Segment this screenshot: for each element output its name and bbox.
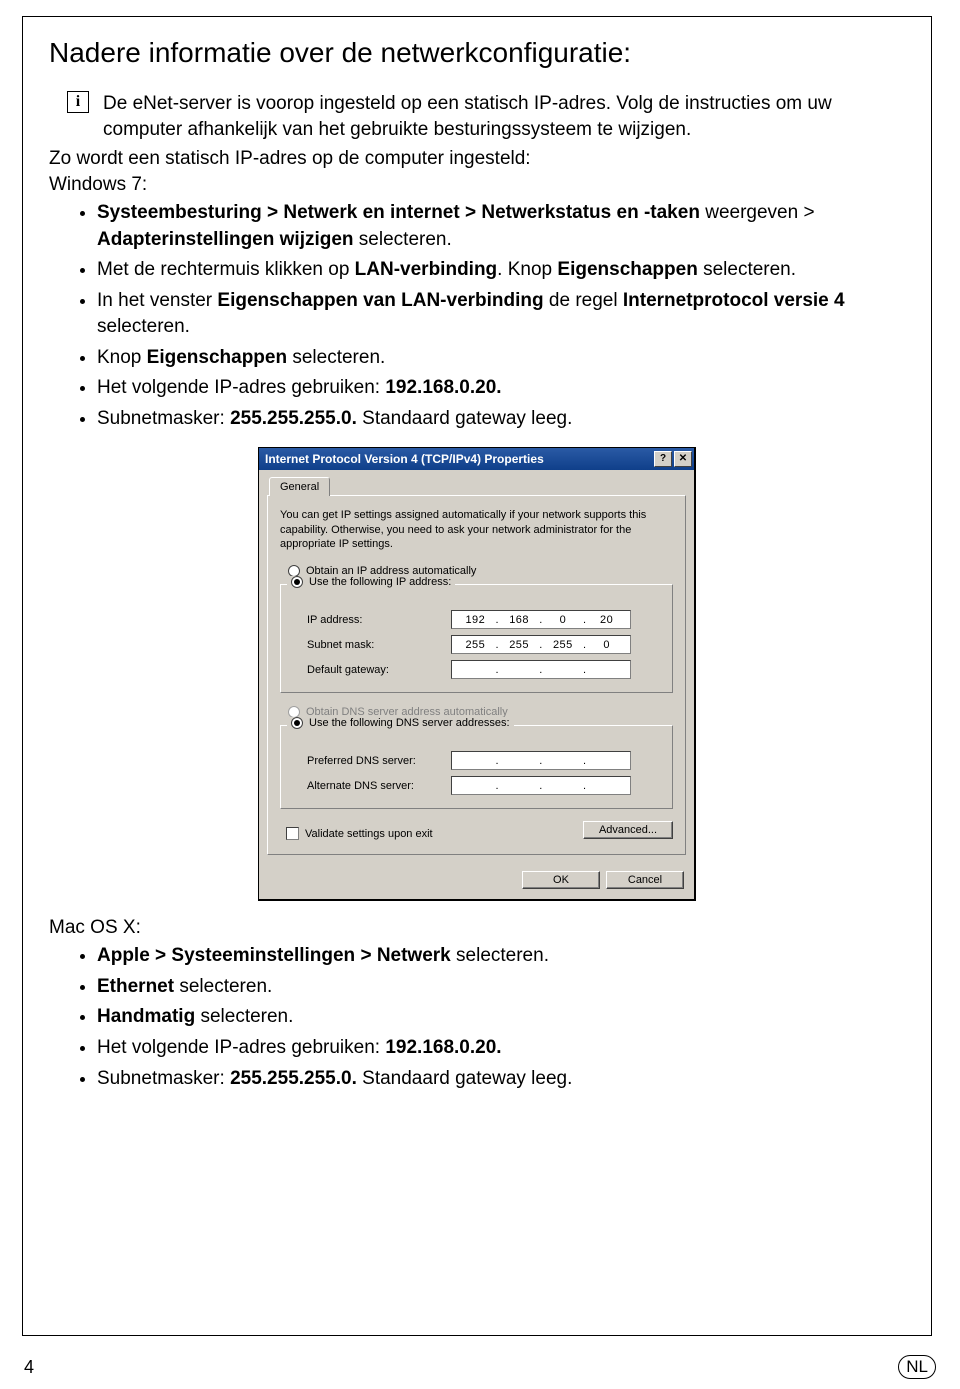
dialog-title: Internet Protocol Version 4 (TCP/IPv4) P… bbox=[265, 452, 652, 466]
radio-use-ip[interactable]: Use the following IP address: bbox=[287, 576, 455, 588]
pref-dns-label: Preferred DNS server: bbox=[291, 755, 451, 767]
radio-use-dns[interactable]: Use the following DNS server addresses: bbox=[287, 717, 514, 729]
macos-heading: Mac OS X: bbox=[49, 917, 905, 939]
ipv4-dialog: Internet Protocol Version 4 (TCP/IPv4) P… bbox=[258, 447, 696, 902]
alt-dns-label: Alternate DNS server: bbox=[291, 780, 451, 792]
dialog-desc: You can get IP settings assigned automat… bbox=[280, 508, 673, 553]
list-item: Subnetmasker: 255.255.255.0. Standaard g… bbox=[97, 406, 905, 433]
windows-list: Systeembesturing > Netwerk en internet >… bbox=[49, 200, 905, 433]
help-icon[interactable]: ? bbox=[654, 451, 672, 467]
close-icon[interactable]: ✕ bbox=[674, 451, 692, 467]
subnet-input[interactable]: 255.255.255.0 bbox=[451, 635, 631, 654]
list-item: Het volgende IP-adres gebruiken: 192.168… bbox=[97, 1035, 905, 1062]
ok-button[interactable]: OK bbox=[522, 871, 600, 889]
list-item: Met de rechtermuis klikken op LAN-verbin… bbox=[97, 257, 905, 284]
gateway-label: Default gateway: bbox=[291, 664, 451, 676]
list-item: Ethernet selecteren. bbox=[97, 974, 905, 1001]
subnet-label: Subnet mask: bbox=[291, 639, 451, 651]
alt-dns-input[interactable]: ... bbox=[451, 776, 631, 795]
validate-label: Validate settings upon exit bbox=[305, 828, 433, 840]
page-title: Nadere informatie over de netwerkconfigu… bbox=[49, 37, 905, 69]
macos-list: Apple > Systeeminstellingen > Netwerk se… bbox=[49, 943, 905, 1092]
validate-checkbox[interactable] bbox=[286, 827, 299, 840]
info-icon: i bbox=[67, 91, 89, 113]
radio-icon bbox=[291, 717, 303, 729]
list-item: Subnetmasker: 255.255.255.0. Standaard g… bbox=[97, 1066, 905, 1093]
info-text: De eNet-server is voorop ingesteld op ee… bbox=[103, 91, 905, 142]
list-item: Het volgende IP-adres gebruiken: 192.168… bbox=[97, 375, 905, 402]
cancel-button[interactable]: Cancel bbox=[606, 871, 684, 889]
list-item: In het venster Eigenschappen van LAN-ver… bbox=[97, 288, 905, 341]
list-item: Systeembesturing > Netwerk en internet >… bbox=[97, 200, 905, 253]
lang-badge: NL bbox=[898, 1355, 936, 1379]
list-item: Handmatig selecteren. bbox=[97, 1004, 905, 1031]
windows-heading: Windows 7: bbox=[49, 174, 905, 196]
page-number: 4 bbox=[24, 1357, 34, 1378]
radio-icon bbox=[291, 576, 303, 588]
advanced-button[interactable]: Advanced... bbox=[583, 821, 673, 839]
ip-address-input[interactable]: 192.168.0.20 bbox=[451, 610, 631, 629]
pref-dns-input[interactable]: ... bbox=[451, 751, 631, 770]
ip-label: IP address: bbox=[291, 614, 451, 626]
list-item: Knop Eigenschappen selecteren. bbox=[97, 345, 905, 372]
list-item: Apple > Systeeminstellingen > Netwerk se… bbox=[97, 943, 905, 970]
gateway-input[interactable]: ... bbox=[451, 660, 631, 679]
tab-general[interactable]: General bbox=[269, 477, 330, 496]
intro-text: Zo wordt een statisch IP-adres op de com… bbox=[49, 146, 905, 172]
